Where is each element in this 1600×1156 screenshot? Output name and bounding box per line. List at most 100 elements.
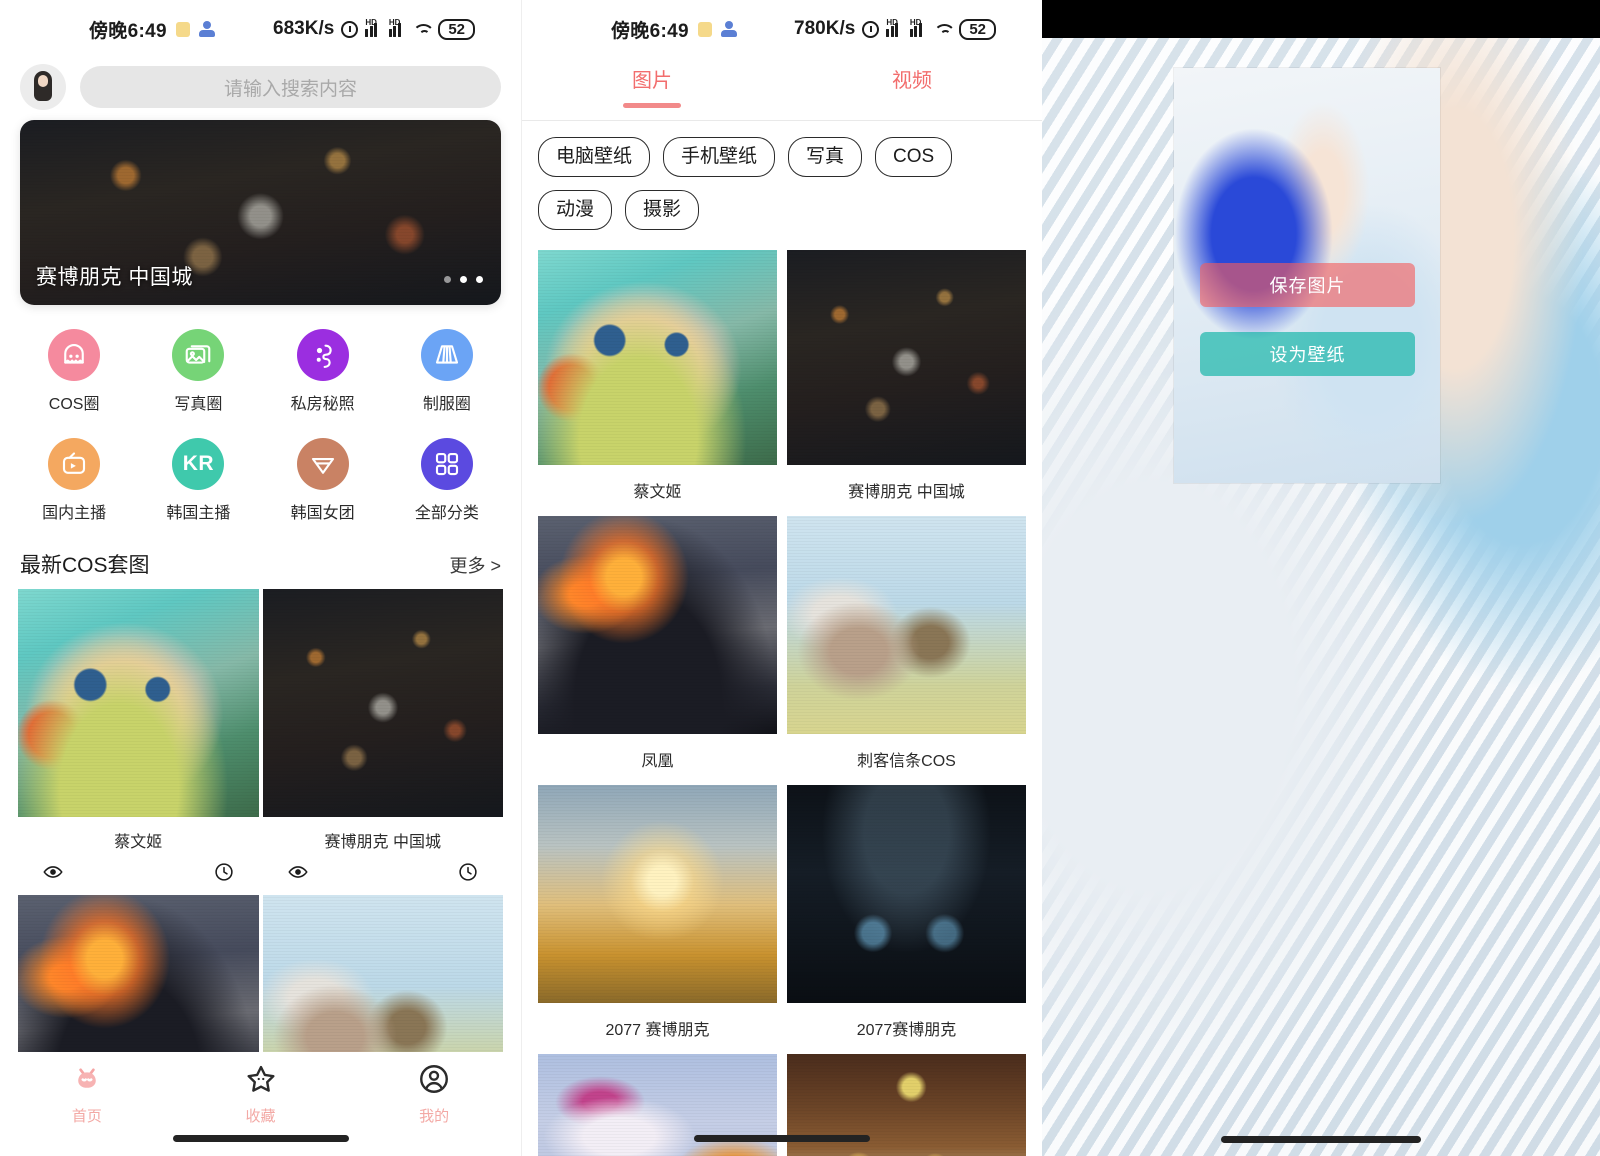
gem-icon [296, 438, 349, 490]
phone-screen-preview: 保存图片 设为壁纸 [1042, 0, 1600, 1156]
home-indicator [172, 1135, 349, 1142]
battery-badge: 52 [438, 18, 475, 40]
home-indicator [1221, 1136, 1421, 1143]
notification-square-icon [175, 21, 190, 37]
thumbnail-meta [263, 861, 504, 891]
wallpaper-item[interactable]: 蔡文姬 [538, 249, 777, 502]
status-time: 傍晚6:49 [611, 20, 689, 42]
wifi-icon [933, 22, 952, 37]
thumbnail-image[interactable] [18, 589, 259, 817]
wallpaper-item[interactable]: 2077 赛博朋克 [538, 784, 777, 1040]
preview-action-buttons: 保存图片 设为壁纸 [1200, 263, 1415, 376]
kr-text-icon: KR [172, 438, 225, 490]
wallpaper-image[interactable] [538, 249, 777, 465]
search-input[interactable]: 请输入搜索内容 [80, 66, 501, 108]
home-mascot-icon [70, 1062, 104, 1101]
tab-label: 收藏 [245, 1108, 276, 1125]
lady-icon [296, 329, 349, 381]
section-more-link[interactable]: 更多 > [449, 552, 501, 578]
phone-screen-home: 傍晚6:49 683K/s HD HD 52 请输入搜索内容 赛博朋克 中国城 … [0, 0, 521, 1156]
wallpaper-caption: 凤凰 [641, 752, 674, 770]
category-label: COS圈 [48, 396, 100, 413]
wallpaper-image[interactable] [538, 784, 777, 1003]
wallpaper-item[interactable]: 刺客信条COS [787, 515, 1026, 771]
category-label: 韩国女团 [290, 505, 355, 522]
alarm-icon [341, 20, 359, 38]
network-speed: 683K/s [273, 18, 335, 39]
filter-chip[interactable]: COS [875, 137, 953, 177]
wallpaper-image[interactable] [787, 784, 1026, 1003]
carousel-dot[interactable] [476, 276, 483, 283]
thumbnail-caption: 蔡文姬 [114, 834, 163, 851]
thumbnail-image[interactable] [262, 589, 503, 817]
filter-chip[interactable]: 摄影 [625, 189, 700, 230]
eye-icon[interactable] [287, 861, 309, 883]
notification-square-icon [697, 21, 712, 37]
wallpaper-caption: 蔡文姬 [633, 483, 682, 501]
filter-chip[interactable]: 动漫 [538, 189, 613, 230]
skirt-icon [420, 329, 473, 381]
category-item-6[interactable]: KR 韩国主播 [136, 430, 260, 531]
filter-chip[interactable]: 手机壁纸 [663, 137, 776, 177]
wallpaper-item[interactable]: 2077赛博朋克 [787, 784, 1026, 1040]
status-bar-right-group: 683K/s HD HD 52 [273, 18, 475, 40]
tab-videos[interactable]: 视频 [782, 64, 1042, 116]
thumbnail-meta [18, 861, 259, 891]
status-time: 傍晚6:49 [89, 20, 167, 42]
category-item-7[interactable]: 韩国女团 [261, 430, 385, 531]
wallpaper-item[interactable]: 凤凰 [538, 515, 777, 771]
tab-images[interactable]: 图片 [522, 64, 782, 116]
ghost-mask-icon [48, 329, 101, 381]
clock-icon[interactable] [213, 861, 235, 883]
tab-label: 视频 [892, 70, 932, 92]
signal-bars-2-icon: HD [388, 19, 406, 37]
tab-3[interactable]: 我的 [347, 1062, 521, 1126]
preview-top-black-bar [1042, 0, 1600, 38]
category-item-8[interactable]: 全部分类 [385, 430, 509, 531]
thumbnail-caption: 赛博朋克 中国城 [324, 834, 441, 851]
category-label: 私房秘照 [290, 396, 355, 413]
wallpaper-image[interactable] [538, 515, 777, 734]
category-label: 制服圈 [422, 396, 471, 413]
signal-bars-1-icon: HD [365, 19, 382, 37]
carousel-dot[interactable] [444, 276, 451, 283]
wallpaper-caption: 赛博朋克 中国城 [848, 483, 965, 501]
preview-stage: 保存图片 设为壁纸 [1042, 38, 1600, 1156]
category-item-4[interactable]: 制服圈 [385, 321, 509, 422]
wallpaper-item[interactable]: 赛博朋克 中国城 [787, 249, 1026, 502]
wallpaper-image[interactable] [787, 515, 1026, 734]
star-icon [244, 1062, 278, 1101]
eye-icon[interactable] [42, 861, 64, 883]
hero-banner[interactable]: 赛博朋克 中国城 [20, 120, 501, 305]
status-bar-mid: 傍晚6:49 780K/s HD HD 52 [522, 0, 1042, 58]
tab-2[interactable]: 收藏 [174, 1062, 348, 1126]
filter-chip[interactable]: 写真 [788, 137, 863, 177]
clock-icon[interactable] [457, 861, 479, 883]
thumbnail-item[interactable]: 蔡文姬 [18, 589, 259, 891]
thumbnail-item[interactable]: 赛博朋克 中国城 [262, 589, 504, 891]
wallpaper-image[interactable] [787, 249, 1026, 465]
category-item-3[interactable]: 私房秘照 [261, 321, 385, 422]
tab-underline [623, 103, 681, 108]
carousel-dot[interactable] [460, 276, 467, 283]
search-row: 请输入搜索内容 [0, 58, 521, 120]
category-item-2[interactable]: 写真圈 [136, 321, 260, 422]
battery-badge: 52 [959, 18, 996, 40]
wallpaper-caption: 刺客信条COS [857, 752, 956, 770]
avatar[interactable] [20, 64, 66, 110]
wallpaper-caption: 2077赛博朋克 [856, 1021, 957, 1039]
content-type-tabs: 图片 视频 [522, 58, 1042, 116]
category-item-1[interactable]: COS圈 [12, 321, 136, 422]
section-title: 最新COS套图 [20, 554, 150, 577]
tab-1[interactable]: 首页 [0, 1062, 174, 1126]
tab-label: 我的 [419, 1108, 450, 1125]
save-image-button[interactable]: 保存图片 [1200, 263, 1415, 307]
category-item-5[interactable]: 国内主播 [12, 430, 136, 531]
status-bar-left: 傍晚6:49 683K/s HD HD 52 [0, 0, 521, 58]
alarm-icon [862, 20, 880, 38]
filter-chip[interactable]: 电脑壁纸 [538, 137, 651, 177]
contact-icon [720, 21, 737, 37]
contact-icon [198, 21, 215, 37]
set-wallpaper-button[interactable]: 设为壁纸 [1200, 332, 1415, 376]
carousel-dots[interactable] [444, 276, 483, 283]
